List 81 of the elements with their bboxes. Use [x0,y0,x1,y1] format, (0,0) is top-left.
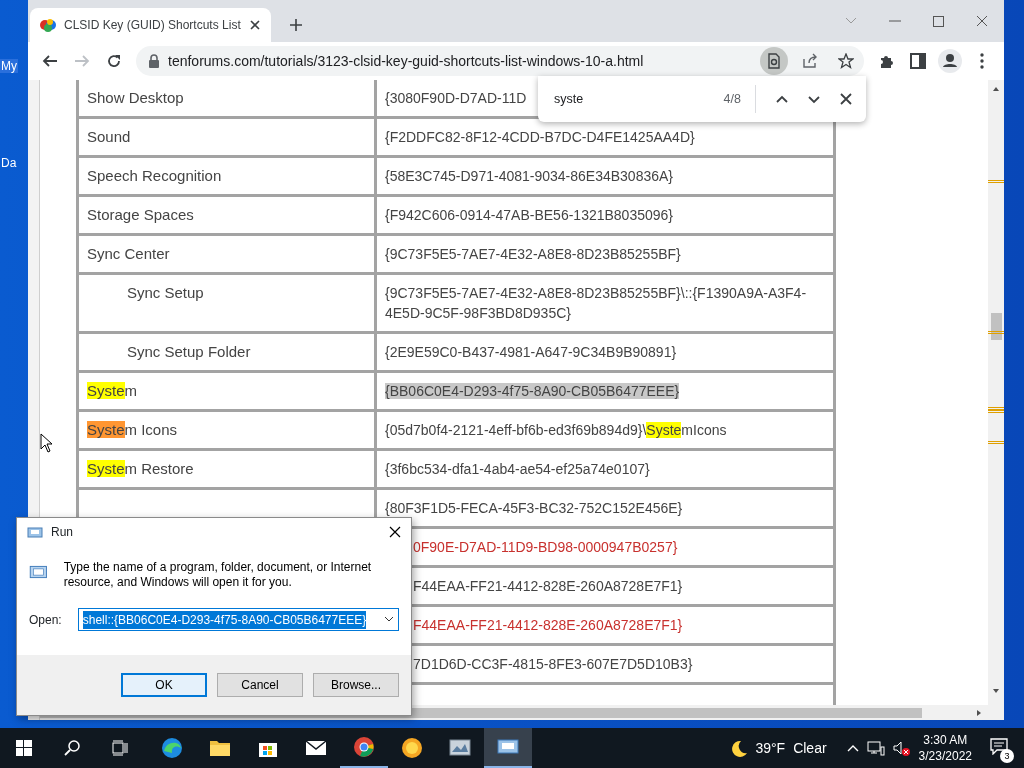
table-cell: {F942C606-0914-47AB-BE56-1321B8035096} [375,195,835,235]
scroll-right-icon[interactable] [976,709,982,717]
match-marker [988,180,1004,183]
caret-icon[interactable] [384,616,394,623]
table-cell: {58E3C745-D971-4081-9034-86E34B30836A} [375,156,835,196]
table-cell: {2E9E59C0-B437-4981-A647-9C34B9B90891} [375,332,835,372]
address-bar[interactable]: tenforums.com/tutorials/3123-clsid-key-guid-shortcuts-list-windows-10-a.html [136,46,864,76]
browser-tab[interactable]: CLSID Key (GUID) Shortcuts List [30,8,271,42]
scroll-down-icon[interactable] [992,688,1000,694]
close-icon[interactable] [840,93,852,105]
table-cell: Sync Setup [77,273,376,333]
table-cell: {9C73F5E5-7AE7-4E32-A8E8-8D23B85255BF}\::{F1390A9A-A3F4-4E5D-9C5F-98F3BD8D935C} [375,273,835,333]
dialog-button[interactable]: Browse... [313,673,399,697]
task-view-icon [112,740,128,756]
table-cell: Sound [77,117,376,157]
vertical-scrollbar[interactable] [988,80,1004,720]
scroll-up-icon[interactable] [992,86,1000,92]
desktop-icon-label[interactable]: My [0,59,18,73]
star-icon[interactable] [838,53,854,69]
taskbar-button[interactable] [484,728,532,768]
start-icon [16,740,32,756]
match-marker [988,331,1004,334]
find-in-page-icon[interactable] [767,53,781,69]
browser-icon [353,736,375,758]
clock[interactable]: 3:30 AM 3/23/2022 [918,732,972,764]
previous-icon[interactable] [776,94,788,104]
combo-box[interactable]: shell::{BB06C0E4-D293-4f75-8A90-CB05B6477EEE} [77,608,399,631]
table-cell: {05d7b0f4-2121-4eff-bf6b-ed3f69b894d9}\SystemIcons [375,410,835,450]
table-cell: Speech Recognition [77,156,376,196]
match-marker [988,441,1004,444]
kebab-menu-icon[interactable] [980,53,984,69]
browser-icon [161,737,183,759]
window-icon [27,525,43,539]
muted-speaker-icon[interactable] [892,739,911,757]
date-text: 3/23/2022 [918,748,972,764]
new-tab-icon[interactable] [288,18,303,32]
network-icon[interactable] [866,740,885,756]
dialog-message: Type the name of a program, folder, document, or Internet resource, and Windows will open it for you. [63,560,373,590]
close-icon[interactable] [389,526,401,538]
table-cell: Storage Spaces [77,195,376,235]
notification-button[interactable]: 3 [988,733,1014,763]
search-icon [64,740,80,756]
favicon-icon [40,17,56,33]
maximize-icon[interactable] [933,15,944,27]
dialog-button[interactable]: Cancel [217,673,303,697]
share-icon[interactable] [802,53,818,69]
table-cell: System Icons [77,410,376,450]
circle-icon [401,737,423,759]
weather-temperature[interactable]: 39°F [755,737,786,759]
moon-icon[interactable] [729,739,748,757]
reload-icon[interactable] [106,53,122,69]
tab-title: CLSID Key (GUID) Shortcuts List [64,17,241,34]
cursor-icon [40,433,53,453]
desktop-icon-label[interactable]: Da [0,156,18,170]
table-cell: {9C73F5E5-7AE7-4E32-A8E8-8D23B85255BF} [375,234,835,274]
close-icon[interactable] [248,19,261,31]
find-field[interactable]: syste [554,89,724,109]
time-text: 3:30 AM [922,732,969,748]
next-icon[interactable] [808,94,820,104]
table-cell: {3f6bc534-dfa1-4ab4-ae54-ef25a74e0107} [375,449,835,489]
table-cell: Show Desktop [77,80,376,118]
side-panel-icon[interactable] [910,53,926,69]
weather-condition[interactable]: Clear [793,737,827,759]
back-icon[interactable] [42,53,58,69]
chart-window-icon [449,737,471,759]
dialog-button[interactable]: OK [121,673,207,697]
table-cell: {BB06C0E4-D293-4f75-8A90-CB05B6477EEE} [375,371,835,411]
table-cell: System Restore [77,449,376,489]
lock-icon [148,54,160,68]
dialog-title: Run [51,524,73,541]
field-label: Open: [29,611,62,629]
notification-count: 3 [1000,748,1014,763]
scroll-thumb[interactable] [991,313,1002,340]
chevron-up-icon[interactable] [846,743,859,753]
match-count: 4/8 [723,85,756,113]
url-text: tenforums.com/tutorials/3123-clsid-key-guid-shortcuts-list-windows-10-a.html [168,51,645,71]
table-cell: System [77,371,376,411]
puzzle-icon[interactable] [878,53,894,69]
table-cell: Sync Center [77,234,376,274]
profile-icon[interactable] [938,49,962,73]
table-cell: Sync Setup Folder [77,332,376,372]
